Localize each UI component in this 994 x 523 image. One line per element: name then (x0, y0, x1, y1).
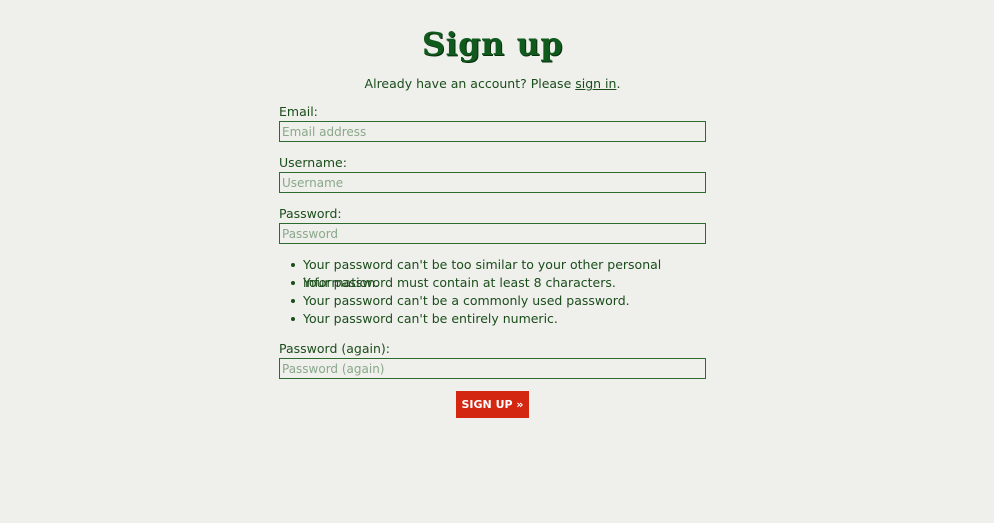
signin-prompt-text: Already have an account? Please (364, 76, 576, 91)
username-group: Username: (279, 155, 706, 193)
email-group: Email: (279, 104, 706, 142)
signin-link[interactable]: sign in (575, 76, 616, 91)
password-group: Password: (279, 206, 706, 244)
password-help-item: Your password can't be too similar to yo… (279, 256, 719, 290)
password-input[interactable] (279, 223, 706, 244)
email-label: Email: (279, 104, 318, 119)
username-label: Username: (279, 155, 347, 170)
signin-prompt: Already have an account? Please sign in. (279, 75, 706, 93)
page-title: Sign up (421, 25, 564, 63)
password-label: Password: (279, 206, 342, 221)
signup-container: Sign up Already have an account? Please … (279, 0, 706, 418)
username-input[interactable] (279, 172, 706, 193)
password-help-item: Your password can't be a commonly used p… (279, 292, 719, 310)
password-help-item: Your password must contain at least 8 ch… (279, 274, 719, 292)
password2-group: Password (again): (279, 341, 706, 379)
password2-label: Password (again): (279, 341, 390, 356)
signin-prompt-suffix: . (616, 76, 621, 91)
password-help-list: Your password can't be too similar to yo… (279, 256, 719, 328)
password-help-item: Your password can't be entirely numeric. (279, 310, 719, 328)
signup-button[interactable]: SIGN UP » (456, 391, 529, 418)
email-input[interactable] (279, 121, 706, 142)
password2-input[interactable] (279, 358, 706, 379)
